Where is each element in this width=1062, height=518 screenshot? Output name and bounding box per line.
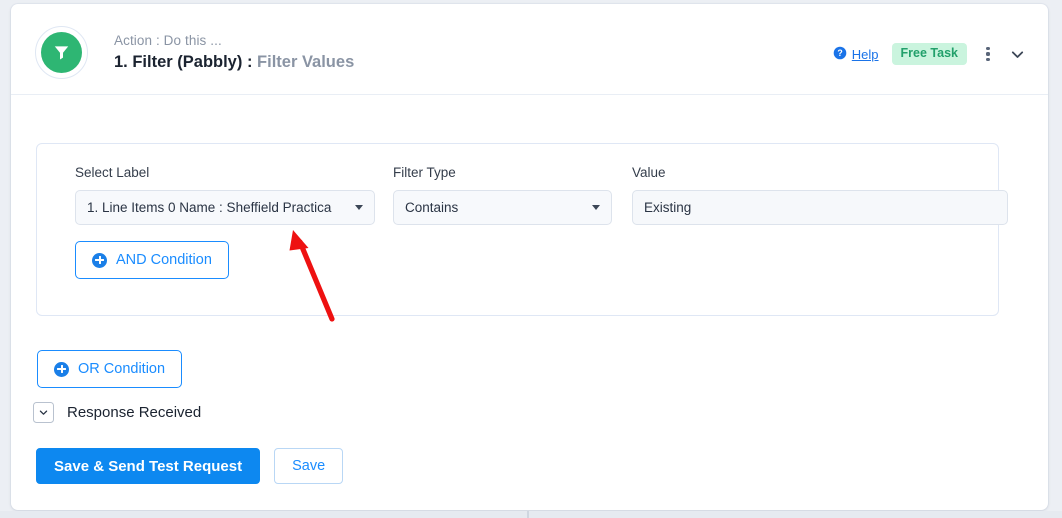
select-label-field: Select Label 1. Line Items 0 Name : Shef… [75, 164, 375, 225]
save-and-send-test-request-button[interactable]: Save & Send Test Request [36, 448, 261, 484]
step-title-strong: 1. Filter (Pabbly) : [114, 53, 253, 71]
action-step-card: Action : Do this ... 1. Filter (Pabbly) … [11, 4, 1048, 510]
value-caption: Value [632, 165, 666, 180]
condition-group-panel: Select Label 1. Line Items 0 Name : Shef… [36, 143, 1008, 316]
page-title: 1. Filter (Pabbly) : Filter Values [114, 51, 354, 73]
value-field: Value Existing [632, 164, 1008, 225]
caret-down-icon [355, 205, 363, 210]
filter-type-caption: Filter Type [393, 165, 456, 180]
step-body: Select Label 1. Line Items 0 Name : Shef… [11, 95, 1048, 510]
page-bottom-strip [0, 511, 1062, 518]
question-circle-icon: ? [833, 46, 847, 63]
chevron-down-icon[interactable] [1009, 46, 1026, 63]
form-actions: Save & Send Test Request Save [36, 448, 344, 484]
value-input-text: Existing [644, 200, 692, 215]
add-or-condition-button[interactable]: OR Condition [37, 350, 183, 388]
status-badge: Free Task [891, 43, 967, 65]
value-input[interactable]: Existing [632, 190, 1008, 225]
add-and-condition-label: AND Condition [116, 252, 212, 268]
step-header: Action : Do this ... 1. Filter (Pabbly) … [11, 4, 1048, 95]
select-label-dropdown[interactable]: 1. Line Items 0 Name : Sheffield Practic… [75, 190, 375, 225]
step-eyebrow: Action : Do this ... [114, 33, 222, 48]
more-vertical-icon[interactable] [980, 43, 996, 65]
add-and-condition-button[interactable]: AND Condition [75, 241, 229, 279]
help-link[interactable]: ? Help [833, 46, 879, 63]
select-label-value: 1. Line Items 0 Name : Sheffield Practic… [87, 200, 332, 215]
response-received-row: Response Received [33, 402, 201, 423]
filter-type-dropdown[interactable]: Contains [393, 190, 612, 225]
step-title-sub: Filter Values [257, 53, 355, 71]
response-received-label: Response Received [67, 404, 202, 421]
step-heading: Action : Do this ... 1. Filter (Pabbly) … [114, 32, 354, 73]
help-link-label: Help [851, 46, 879, 62]
page-bottom-tick [527, 511, 529, 518]
save-button[interactable]: Save [274, 448, 344, 484]
header-actions: ? Help Free Task [833, 42, 1026, 66]
filter-type-value: Contains [405, 200, 459, 215]
select-label-caption: Select Label [75, 165, 150, 180]
plus-circle-icon [92, 252, 107, 268]
caret-down-icon [592, 205, 600, 210]
add-or-condition-label: OR Condition [78, 361, 166, 377]
app-icon-ring [35, 26, 88, 79]
response-received-toggle[interactable] [33, 402, 54, 423]
filter-type-field: Filter Type Contains [393, 164, 612, 225]
screen-root: Action : Do this ... 1. Filter (Pabbly) … [0, 0, 1062, 518]
svg-text:?: ? [837, 48, 842, 58]
filter-funnel-icon [41, 32, 82, 73]
plus-circle-icon [54, 361, 69, 377]
